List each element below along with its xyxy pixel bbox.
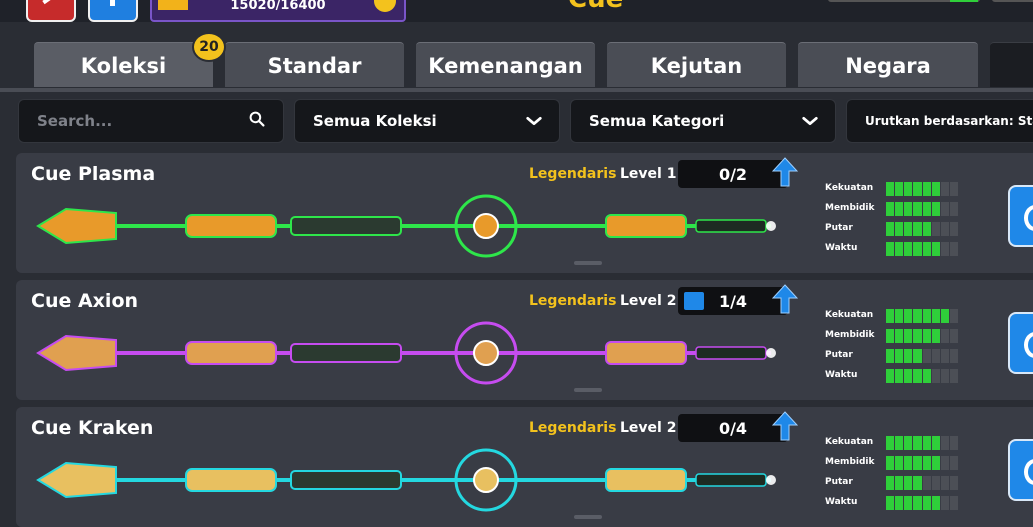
stat-label: Waktu [825,243,858,253]
menu-button[interactable] [88,0,138,22]
stat-label: Putar [825,223,853,233]
page-title: Cue [568,0,623,14]
stat-row: Kekuatan [825,433,965,453]
stat-label: Putar [825,477,853,487]
stat-label: Kekuatan [825,310,874,320]
search-icon[interactable] [249,111,265,127]
stat-bar [886,309,958,323]
cue-row[interactable]: Cue Kraken Legendaris Level 2 0/4 Kekuatan Me… [16,407,1033,527]
tab-standar[interactable]: Standar [225,42,404,87]
cash-bar [992,0,1033,2]
stat-row: Waktu [825,366,965,386]
chevron-down-icon [526,116,542,126]
stat-bar [886,496,958,510]
tab-negara[interactable]: Negara [798,42,978,87]
use-cue-button[interactable] [1008,312,1033,374]
stat-label: Membidik [825,457,875,467]
stat-row: Kekuatan [825,306,965,326]
carousel-indicator [574,515,602,519]
search-input[interactable]: Search... [18,99,284,143]
stat-bar [886,182,958,196]
cue-name: Cue Kraken [31,417,154,439]
tab-kejutan[interactable]: Kejutan [607,42,786,87]
top-bar: 15020/16400 Cue [0,0,1033,22]
cue-stats: Kekuatan Membidik Putar Waktu [825,433,965,513]
upgrade-arrow-icon[interactable] [772,157,798,187]
stat-label: Membidik [825,330,875,340]
cue-row[interactable]: Cue Plasma Legendaris Level 1 0/2 Kekuatan Me… [16,153,1033,273]
stat-bar [886,369,958,383]
xp-text: 15020/16400 [230,0,326,13]
cue-rarity: Legendaris [529,293,617,309]
stat-bar [886,222,958,236]
use-cue-button[interactable] [1008,439,1033,501]
cue-row[interactable]: Cue Axion Legendaris Level 2 1/4 Kekuatan Mem… [16,280,1033,400]
sort-dropdown[interactable]: Urutkan berdasarkan: Sta [846,99,1033,143]
stat-bar [886,329,958,343]
stat-row: Kekuatan [825,179,965,199]
cue-rarity: Legendaris [529,420,617,436]
stat-bar [886,202,958,216]
cue-name: Cue Plasma [31,163,156,185]
carousel-indicator [574,261,602,265]
use-cue-button[interactable] [1008,185,1033,247]
category-dropdown[interactable]: Semua Kategori [570,99,836,143]
upgrade-arrow-icon[interactable] [772,411,798,441]
stat-row: Putar [825,346,965,366]
stat-row: Membidik [825,453,965,473]
stat-label: Putar [825,350,853,360]
stat-bar [886,242,958,256]
carousel-indicator [574,388,602,392]
stat-label: Membidik [825,203,875,213]
cue-level: Level 1 [620,166,677,182]
search-placeholder: Search... [37,112,113,130]
cue-stats: Kekuatan Membidik Putar Waktu [825,179,965,259]
stat-row: Putar [825,473,965,493]
stat-bar [886,476,958,490]
tab-underline [0,88,1033,92]
tab-kemenangan[interactable]: Kemenangan [416,42,595,87]
cue-rarity: Legendaris [529,166,617,182]
stat-label: Waktu [825,497,858,507]
cue-name: Cue Axion [31,290,139,312]
tab-koleksi[interactable]: Koleksi [34,42,213,87]
stat-row: Putar [825,219,965,239]
stat-bar [886,436,958,450]
cue-image[interactable] [36,318,776,388]
category-dropdown-label: Semua Kategori [589,112,725,130]
cue-image[interactable] [36,191,776,261]
stat-label: Waktu [825,370,858,380]
cue-level: Level 2 [620,293,677,309]
upgrade-arrow-icon[interactable] [772,284,798,314]
back-button[interactable] [26,0,76,22]
tab-koleksi-badge: 20 [192,32,226,62]
stat-label: Kekuatan [825,183,874,193]
stat-bar [886,349,958,363]
tab-bar: Koleksi Standar Kemenangan Kejutan Negar… [0,42,1033,88]
cue-level: Level 2 [620,420,677,436]
stat-bar [886,456,958,470]
collection-dropdown-label: Semua Koleksi [313,112,437,130]
stat-row: Waktu [825,493,965,513]
cue-image[interactable] [36,445,776,515]
tab-extra[interactable] [990,42,1033,87]
stat-row: Membidik [825,199,965,219]
stat-row: Membidik [825,326,965,346]
sort-dropdown-label: Urutkan berdasarkan: Sta [865,114,1033,128]
coins-bar [828,0,980,2]
stat-label: Kekuatan [825,437,874,447]
stat-row: Waktu [825,239,965,259]
collection-dropdown[interactable]: Semua Koleksi [294,99,560,143]
xp-progress: 15020/16400 [150,0,406,22]
cue-stats: Kekuatan Membidik Putar Waktu [825,306,965,386]
chevron-down-icon [802,116,818,126]
